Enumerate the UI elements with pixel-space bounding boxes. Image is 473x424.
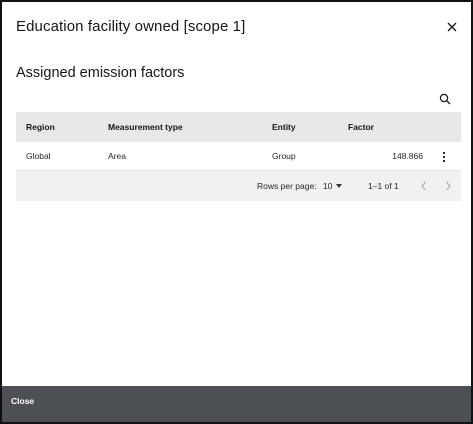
- pagination-range: 1–1 of 1: [368, 181, 399, 191]
- pagination-bar: Rows per page: 10 1–1 of 1: [16, 171, 461, 201]
- cell-region: Global: [26, 151, 51, 161]
- column-header-entity: Entity: [272, 122, 296, 132]
- rows-per-page-label: Rows per page:: [257, 181, 317, 191]
- column-header-measurement-type: Measurement type: [108, 122, 183, 132]
- section-title: Assigned emission factors: [16, 65, 185, 81]
- emission-factors-table: Region Measurement type Entity Factor Gl…: [16, 112, 461, 201]
- chevron-right-icon[interactable]: [440, 178, 456, 194]
- column-header-factor: Factor: [348, 122, 374, 132]
- modal-footer: Close: [2, 386, 471, 422]
- caret-down-icon: [336, 184, 343, 188]
- overflow-menu-icon[interactable]: [437, 149, 451, 165]
- table-header: Region Measurement type Entity Factor: [16, 112, 461, 142]
- chevron-left-icon[interactable]: [416, 178, 432, 194]
- column-header-region: Region: [26, 122, 55, 132]
- modal-title: Education facility owned [scope 1]: [16, 18, 246, 35]
- cell-factor: 148.866: [392, 151, 423, 161]
- rows-per-page-value: 10: [323, 181, 333, 191]
- search-icon[interactable]: [434, 88, 456, 110]
- table-row[interactable]: Global Area Group 148.866: [16, 142, 461, 171]
- close-button[interactable]: Close: [2, 386, 43, 422]
- cell-measurement-type: Area: [108, 151, 126, 161]
- cell-entity: Group: [272, 151, 296, 161]
- close-icon[interactable]: [443, 18, 461, 36]
- modal-dialog: Education facility owned [scope 1] Assig…: [0, 0, 473, 424]
- rows-per-page-select[interactable]: 10: [323, 178, 349, 194]
